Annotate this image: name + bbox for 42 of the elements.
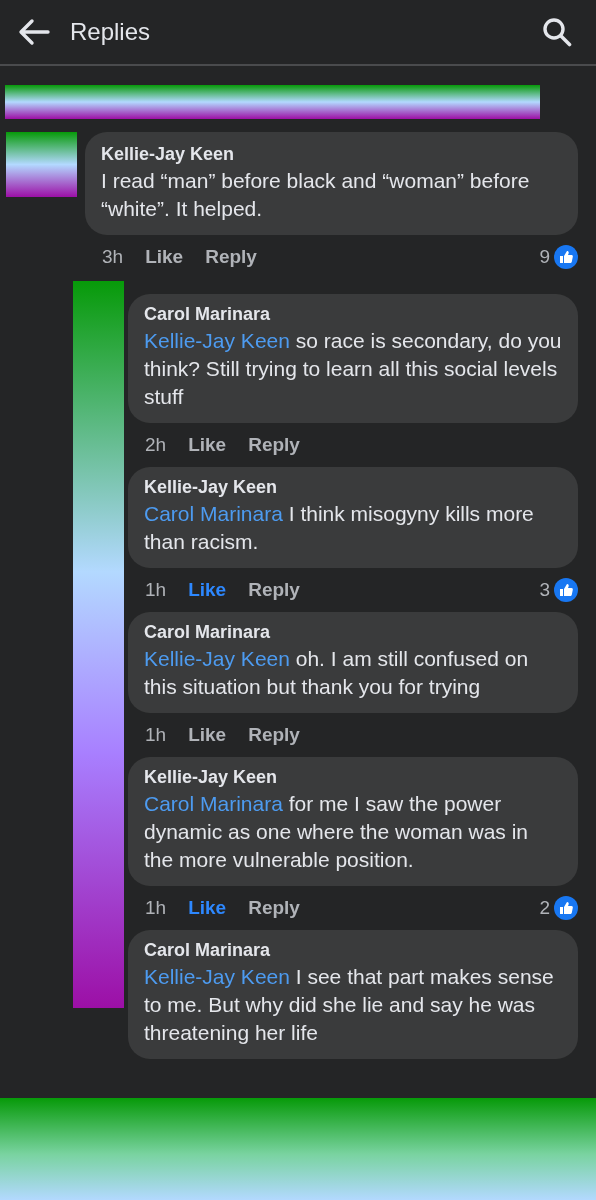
mention-link[interactable]: Carol Marinara bbox=[144, 792, 283, 815]
reply-link[interactable]: Reply bbox=[248, 724, 300, 746]
comment-text: Kellie-Jay Keen so race is secondary, do you think? Still trying to learn all this social levels stuff bbox=[144, 328, 562, 410]
mention-link[interactable]: Kellie-Jay Keen bbox=[144, 329, 290, 352]
comment-time: 1h bbox=[145, 579, 167, 601]
reaction-count: 9 bbox=[539, 246, 550, 268]
thumbs-up-icon[interactable] bbox=[554, 578, 578, 602]
comment-time: 1h bbox=[145, 897, 167, 919]
reaction-count: 3 bbox=[539, 579, 550, 601]
comment-author[interactable]: Kellie-Jay Keen bbox=[101, 143, 235, 165]
reply-link[interactable]: Reply bbox=[248, 434, 300, 456]
like-link[interactable]: Like bbox=[145, 246, 184, 268]
comment-time: 1h bbox=[145, 724, 167, 746]
back-arrow-icon[interactable] bbox=[18, 18, 50, 46]
reply-link[interactable]: Reply bbox=[248, 897, 300, 919]
thumbs-up-icon[interactable] bbox=[554, 245, 578, 269]
header-title: Replies bbox=[70, 18, 152, 46]
thumbs-up-icon[interactable] bbox=[554, 896, 578, 920]
like-link[interactable]: Like bbox=[188, 897, 227, 919]
comment-author[interactable]: Carol Marinara bbox=[144, 303, 271, 325]
mention-link[interactable]: Carol Marinara bbox=[144, 502, 283, 525]
redaction-block bbox=[6, 132, 77, 197]
comment-author[interactable]: Kellie-Jay Keen bbox=[144, 476, 278, 498]
comment-text: Kellie-Jay Keen oh. I am still confused on this situation but thank you for trying bbox=[144, 646, 530, 700]
comment-time: 2h bbox=[145, 434, 167, 456]
comment-text: Carol Marinara for me I saw the power dynamic as one where the woman was in the more vulnerable position. bbox=[144, 791, 530, 873]
comment-text: Carol Marinara I think misogyny kills more than racism. bbox=[144, 501, 535, 555]
comment-author[interactable]: Kellie-Jay Keen bbox=[144, 766, 278, 788]
mention-link[interactable]: Kellie-Jay Keen bbox=[144, 965, 290, 988]
comment-time: 3h bbox=[102, 246, 124, 268]
like-link[interactable]: Like bbox=[188, 434, 227, 456]
like-link[interactable]: Like bbox=[188, 579, 227, 601]
like-link[interactable]: Like bbox=[188, 724, 227, 746]
comment-text: I read “man” before black and “woman” before “white”. It helped. bbox=[101, 168, 531, 222]
mention-link[interactable]: Kellie-Jay Keen bbox=[144, 647, 290, 670]
comment-author[interactable]: Carol Marinara bbox=[144, 939, 271, 961]
reply-link[interactable]: Reply bbox=[205, 246, 257, 268]
reply-link[interactable]: Reply bbox=[248, 579, 300, 601]
comment-author[interactable]: Carol Marinara bbox=[144, 621, 271, 643]
comment-text: Kellie-Jay Keen I see that part makes sense to me. But why did she lie and say he was threatening her life bbox=[144, 964, 555, 1046]
search-icon[interactable] bbox=[542, 17, 572, 47]
reaction-count: 2 bbox=[539, 897, 550, 919]
